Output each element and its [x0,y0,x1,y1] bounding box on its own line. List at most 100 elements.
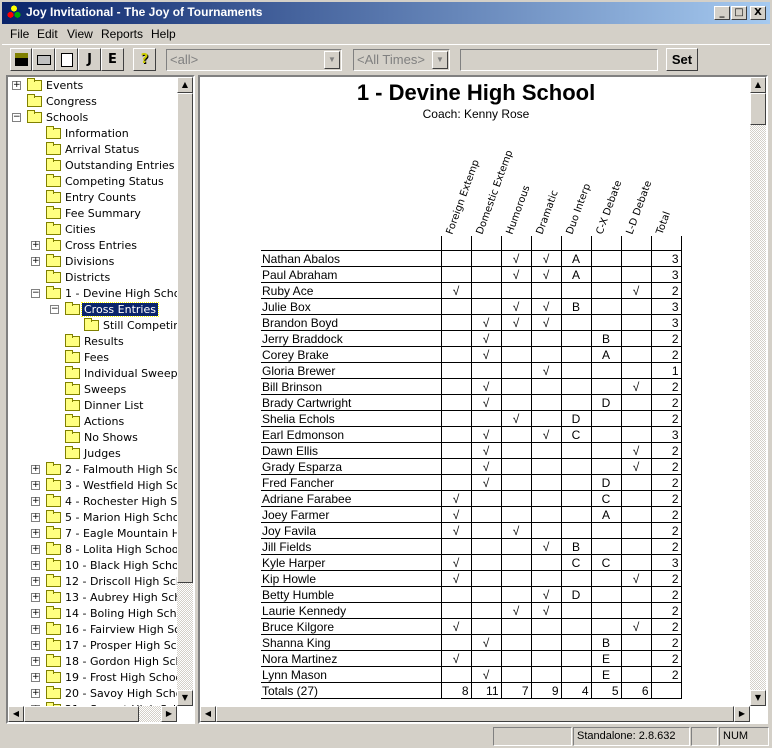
tree-item[interactable]: +13 - Aubrey High School [8,590,177,606]
expand-icon[interactable]: + [31,257,40,266]
expand-icon[interactable]: + [31,561,40,570]
chevron-down-icon[interactable]: ▼ [324,51,340,69]
save-button[interactable] [10,48,32,71]
tree-item[interactable]: Results [8,334,177,350]
tree-item[interactable]: Fee Summary [8,206,177,222]
tree-item[interactable]: Entry Counts [8,190,177,206]
tree-item[interactable]: +18 - Gordon High School [8,654,177,670]
tree-item[interactable]: +7 - Eagle Mountain High School [8,526,177,542]
tree-item[interactable]: Cities [8,222,177,238]
tree-item[interactable]: Individual Sweeps [8,366,177,382]
scroll-thumb[interactable] [750,93,766,125]
expand-icon[interactable]: + [31,481,40,490]
tree-item[interactable]: Actions [8,414,177,430]
scroll-thumb[interactable] [216,706,734,722]
collapse-icon[interactable]: − [50,305,59,314]
entry-cell [620,330,652,347]
tree-item[interactable]: Arrival Status [8,142,177,158]
tree-item[interactable]: Outstanding Entries [8,158,177,174]
scroll-right-arrow-icon[interactable]: ▶ [161,706,177,722]
expand-icon[interactable]: + [31,689,40,698]
text-field[interactable] [460,49,658,71]
tree-item[interactable]: Sweeps [8,382,177,398]
collapse-icon[interactable]: − [12,113,21,122]
scroll-up-arrow-icon[interactable]: ▲ [750,77,766,93]
tree-item[interactable]: Information [8,126,177,142]
tree-item[interactable]: +3 - Westfield High School [8,478,177,494]
tree-item[interactable]: +19 - Frost High School [8,670,177,686]
tree-item[interactable]: +17 - Prosper High School [8,638,177,654]
menu-help[interactable]: Help [151,27,176,41]
report-vertical-scrollbar[interactable]: ▲ ▼ [750,77,766,706]
minimize-button[interactable]: _ [714,6,730,20]
tree-item[interactable]: +16 - Fairview High School [8,622,177,638]
scroll-thumb[interactable] [24,706,139,722]
menu-reports[interactable]: Reports [101,27,143,41]
tree-item[interactable]: − Cross Entries [8,302,177,318]
time-combo[interactable]: <All Times> ▼ [353,49,450,71]
expand-icon[interactable]: + [31,641,40,650]
expand-icon[interactable]: + [31,673,40,682]
entry-cell: √ [440,618,472,635]
tree-item[interactable]: + Cross Entries [8,238,177,254]
print-button[interactable] [32,48,55,71]
open-folder-icon [65,302,80,315]
tree-item[interactable]: Competing Status [8,174,177,190]
tree-item[interactable]: +5 - Marion High School [8,510,177,526]
tree-item[interactable]: No Shows [8,430,177,446]
tree-item[interactable]: Congress [8,94,177,110]
j-button[interactable]: J [78,48,101,71]
menu-edit[interactable]: Edit [37,27,58,41]
scroll-left-arrow-icon[interactable]: ◀ [200,706,216,722]
tree-item[interactable]: +4 - Rochester High School [8,494,177,510]
tree-item[interactable]: +2 - Falmouth High School [8,462,177,478]
expand-icon[interactable]: + [31,241,40,250]
maximize-button[interactable]: □ [731,6,747,20]
expand-icon[interactable]: + [31,657,40,666]
scroll-thumb[interactable] [177,93,193,583]
menu-file[interactable]: File [10,27,29,41]
expand-icon[interactable]: + [31,609,40,618]
expand-icon[interactable]: + [31,545,40,554]
help-icon[interactable]: ? [133,48,156,71]
tree-item[interactable]: +12 - Driscoll High School [8,574,177,590]
menu-view[interactable]: View [67,27,93,41]
set-button[interactable]: Set [666,48,698,71]
close-button[interactable]: X [750,6,766,20]
tree-item[interactable]: Districts [8,270,177,286]
expand-icon[interactable]: + [12,81,21,90]
scroll-right-arrow-icon[interactable]: ▶ [734,706,750,722]
tree-item[interactable]: + Events [8,78,177,94]
collapse-icon[interactable]: − [31,289,40,298]
tree-item[interactable]: + Divisions [8,254,177,270]
tree-item[interactable]: +20 - Savoy High School [8,686,177,702]
chevron-down-icon[interactable]: ▼ [432,51,448,69]
expand-icon[interactable]: + [31,625,40,634]
tree-item[interactable]: Dinner List [8,398,177,414]
division-combo[interactable]: <all> ▼ [166,49,342,71]
expand-icon[interactable]: + [31,497,40,506]
tree-item[interactable]: Fees [8,350,177,366]
expand-icon[interactable]: + [31,513,40,522]
column-header: Humorous [504,184,533,236]
tree-item[interactable]: − 1 - Devine High School [8,286,177,302]
tree-item[interactable]: +10 - Black High School [8,558,177,574]
scroll-up-arrow-icon[interactable]: ▲ [177,77,193,93]
scroll-down-arrow-icon[interactable]: ▼ [750,690,766,706]
tree-vertical-scrollbar[interactable]: ▲ ▼ [177,77,193,706]
tree-horizontal-scrollbar[interactable]: ◀ ▶ [8,706,177,722]
tree-item[interactable]: Judges [8,446,177,462]
expand-icon[interactable]: + [31,529,40,538]
tree-item[interactable]: +8 - Lolita High School [8,542,177,558]
tree-item[interactable]: +14 - Boling High School [8,606,177,622]
print-preview-button[interactable] [55,48,78,71]
tree-item[interactable]: Still Competing [8,318,177,334]
expand-icon[interactable]: + [31,465,40,474]
report-horizontal-scrollbar[interactable]: ◀ ▶ [200,706,750,722]
tree-item[interactable]: − Schools [8,110,177,126]
scroll-left-arrow-icon[interactable]: ◀ [8,706,24,722]
expand-icon[interactable]: + [31,593,40,602]
scroll-down-arrow-icon[interactable]: ▼ [177,690,193,706]
expand-icon[interactable]: + [31,577,40,586]
e-button[interactable]: E [101,48,124,71]
